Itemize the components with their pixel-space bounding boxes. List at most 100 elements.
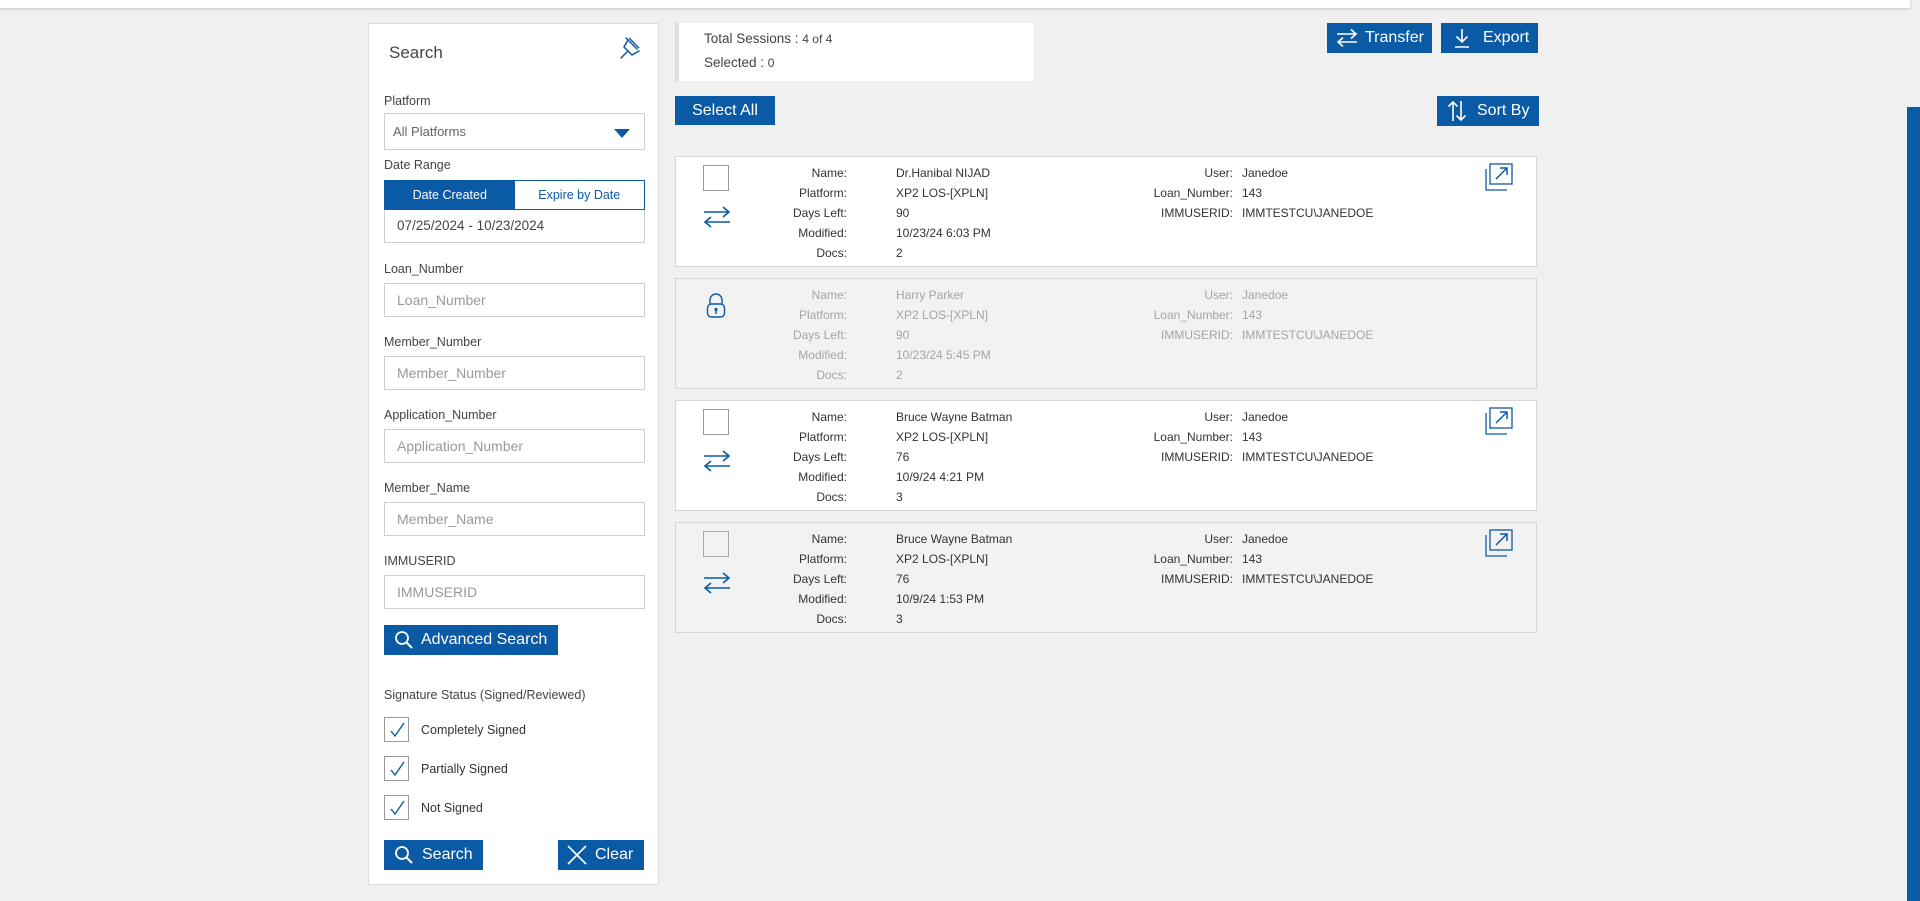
immuserid-label: IMMUSERID: <box>1161 206 1233 220</box>
session-platform: XP2 LOS-[XPLN] <box>896 308 989 322</box>
name-label: Name: <box>811 532 847 546</box>
loan-number-field[interactable] <box>384 283 645 317</box>
session-modified: 10/9/24 4:21 PM <box>896 470 985 484</box>
loan-number-label: Loan_Number: <box>1153 430 1233 444</box>
session-card-locked[interactable]: Name: Harry Parker Platform: XP2 LOS-[XP… <box>675 278 1537 389</box>
transfer-icon <box>1336 28 1358 48</box>
modified-label: Modified: <box>798 226 847 240</box>
search-button[interactable]: Search <box>384 840 483 870</box>
session-card[interactable]: Name: Bruce Wayne Batman Platform: XP2 L… <box>675 522 1537 633</box>
completely-signed-checkbox[interactable] <box>384 717 409 742</box>
completely-signed-option[interactable]: Completely Signed <box>384 717 526 742</box>
name-label: Name: <box>811 410 847 424</box>
top-bar <box>0 0 1910 8</box>
user-label: User: <box>1204 532 1233 546</box>
open-external-icon[interactable] <box>1485 407 1513 435</box>
tab-date-created[interactable]: Date Created <box>385 181 515 209</box>
session-loan-number: 143 <box>1242 430 1263 444</box>
immuserid-label: IMMUSERID: <box>1161 572 1233 586</box>
immuserid-field[interactable] <box>384 575 645 609</box>
tab-expire-by-date[interactable]: Expire by Date <box>514 181 644 209</box>
session-platform: XP2 LOS-[XPLN] <box>896 186 989 200</box>
search-panel: Search Platform All Platforms Date Range… <box>368 23 659 885</box>
export-button[interactable]: Export <box>1441 23 1538 53</box>
date-range-label: Date Range <box>384 158 451 172</box>
loan-number-label: Loan_Number: <box>1153 308 1233 322</box>
not-signed-option[interactable]: Not Signed <box>384 795 483 820</box>
docs-label: Docs: <box>816 246 847 260</box>
checkmark-icon <box>390 761 405 777</box>
platform-label: Platform: <box>798 552 847 566</box>
days-left-label: Days Left: <box>792 572 847 586</box>
loan-number-label: Loan_Number: <box>1153 186 1233 200</box>
session-select-checkbox[interactable] <box>703 409 729 435</box>
immuserid-label: IMMUSERID <box>384 554 456 568</box>
user-label: User: <box>1204 166 1233 180</box>
member-number-field[interactable] <box>384 356 645 390</box>
selected-count: Selected : 0 <box>704 55 774 70</box>
partially-signed-checkbox[interactable] <box>384 756 409 781</box>
session-days-left: 90 <box>896 206 910 220</box>
selected-label: Selected : <box>704 55 768 70</box>
session-platform: XP2 LOS-[XPLN] <box>896 430 989 444</box>
loan-number-label: Loan_Number: <box>1153 552 1233 566</box>
session-select-checkbox[interactable] <box>703 531 729 557</box>
transfer-button[interactable]: Transfer <box>1327 23 1432 53</box>
session-platform: XP2 LOS-[XPLN] <box>896 552 989 566</box>
download-icon <box>1455 29 1469 48</box>
application-number-label: Application_Number <box>384 408 497 422</box>
session-docs: 3 <box>896 490 903 504</box>
modified-label: Modified: <box>798 592 847 606</box>
platform-label: Platform: <box>798 430 847 444</box>
platform-label: Platform <box>384 94 431 108</box>
sort-by-label: Sort By <box>1477 102 1530 119</box>
session-modified: 10/9/24 1:53 PM <box>896 592 985 606</box>
session-name: Bruce Wayne Batman <box>896 532 1013 546</box>
application-number-field[interactable] <box>384 429 645 463</box>
modified-label: Modified: <box>798 348 847 362</box>
session-docs: 3 <box>896 612 903 626</box>
session-card[interactable]: Name: Dr.Hanibal NIJAD Platform: XP2 LOS… <box>675 156 1537 267</box>
partially-signed-option[interactable]: Partially Signed <box>384 756 508 781</box>
pin-icon[interactable] <box>617 34 643 62</box>
advanced-search-label: Advanced Search <box>421 631 548 648</box>
session-immuserid: IMMTESTCU\JANEDOE <box>1242 450 1374 464</box>
session-name: Harry Parker <box>896 288 965 302</box>
session-docs: 2 <box>896 246 903 260</box>
session-modified: 10/23/24 6:03 PM <box>896 226 991 240</box>
session-user: Janedoe <box>1242 288 1289 302</box>
date-range-input[interactable]: 07/25/2024 - 10/23/2024 <box>384 210 645 243</box>
session-name: Bruce Wayne Batman <box>896 410 1013 424</box>
selected-value: 0 <box>767 56 775 70</box>
select-all-label: Select All <box>692 101 758 119</box>
session-select-checkbox[interactable] <box>703 165 729 191</box>
days-left-label: Days Left: <box>792 450 847 464</box>
member-name-field[interactable] <box>384 502 645 536</box>
open-external-icon[interactable] <box>1485 163 1513 191</box>
total-sessions-value: 4 of 4 <box>802 32 833 46</box>
session-days-left: 76 <box>896 450 910 464</box>
platform-label: Platform: <box>798 186 847 200</box>
not-signed-checkbox[interactable] <box>384 795 409 820</box>
select-all-button[interactable]: Select All <box>675 96 775 125</box>
chevron-down-icon <box>614 129 630 138</box>
lock-icon <box>706 293 726 318</box>
modified-label: Modified: <box>798 470 847 484</box>
session-immuserid: IMMTESTCU\JANEDOE <box>1242 328 1374 342</box>
signature-status-label: Signature Status (Signed/Reviewed) <box>384 688 586 702</box>
advanced-search-button[interactable]: Advanced Search <box>384 625 558 655</box>
open-external-icon[interactable] <box>1485 529 1513 557</box>
session-days-left: 90 <box>896 328 910 342</box>
clear-button[interactable]: Clear <box>558 840 644 870</box>
total-sessions: Total Sessions : 4 of 4 <box>704 31 832 46</box>
platform-select-value: All Platforms <box>393 124 466 139</box>
session-modified: 10/23/24 5:45 PM <box>896 348 991 362</box>
days-left-label: Days Left: <box>792 328 847 342</box>
sort-by-button[interactable]: Sort By <box>1437 96 1539 126</box>
user-label: User: <box>1204 410 1233 424</box>
session-card[interactable]: Name: Bruce Wayne Batman Platform: XP2 L… <box>675 400 1537 511</box>
platform-select[interactable]: All Platforms <box>384 113 645 150</box>
date-range-toggle: Date Created Expire by Date <box>384 180 645 210</box>
search-panel-title: Search <box>389 43 443 62</box>
session-docs: 2 <box>896 368 903 382</box>
